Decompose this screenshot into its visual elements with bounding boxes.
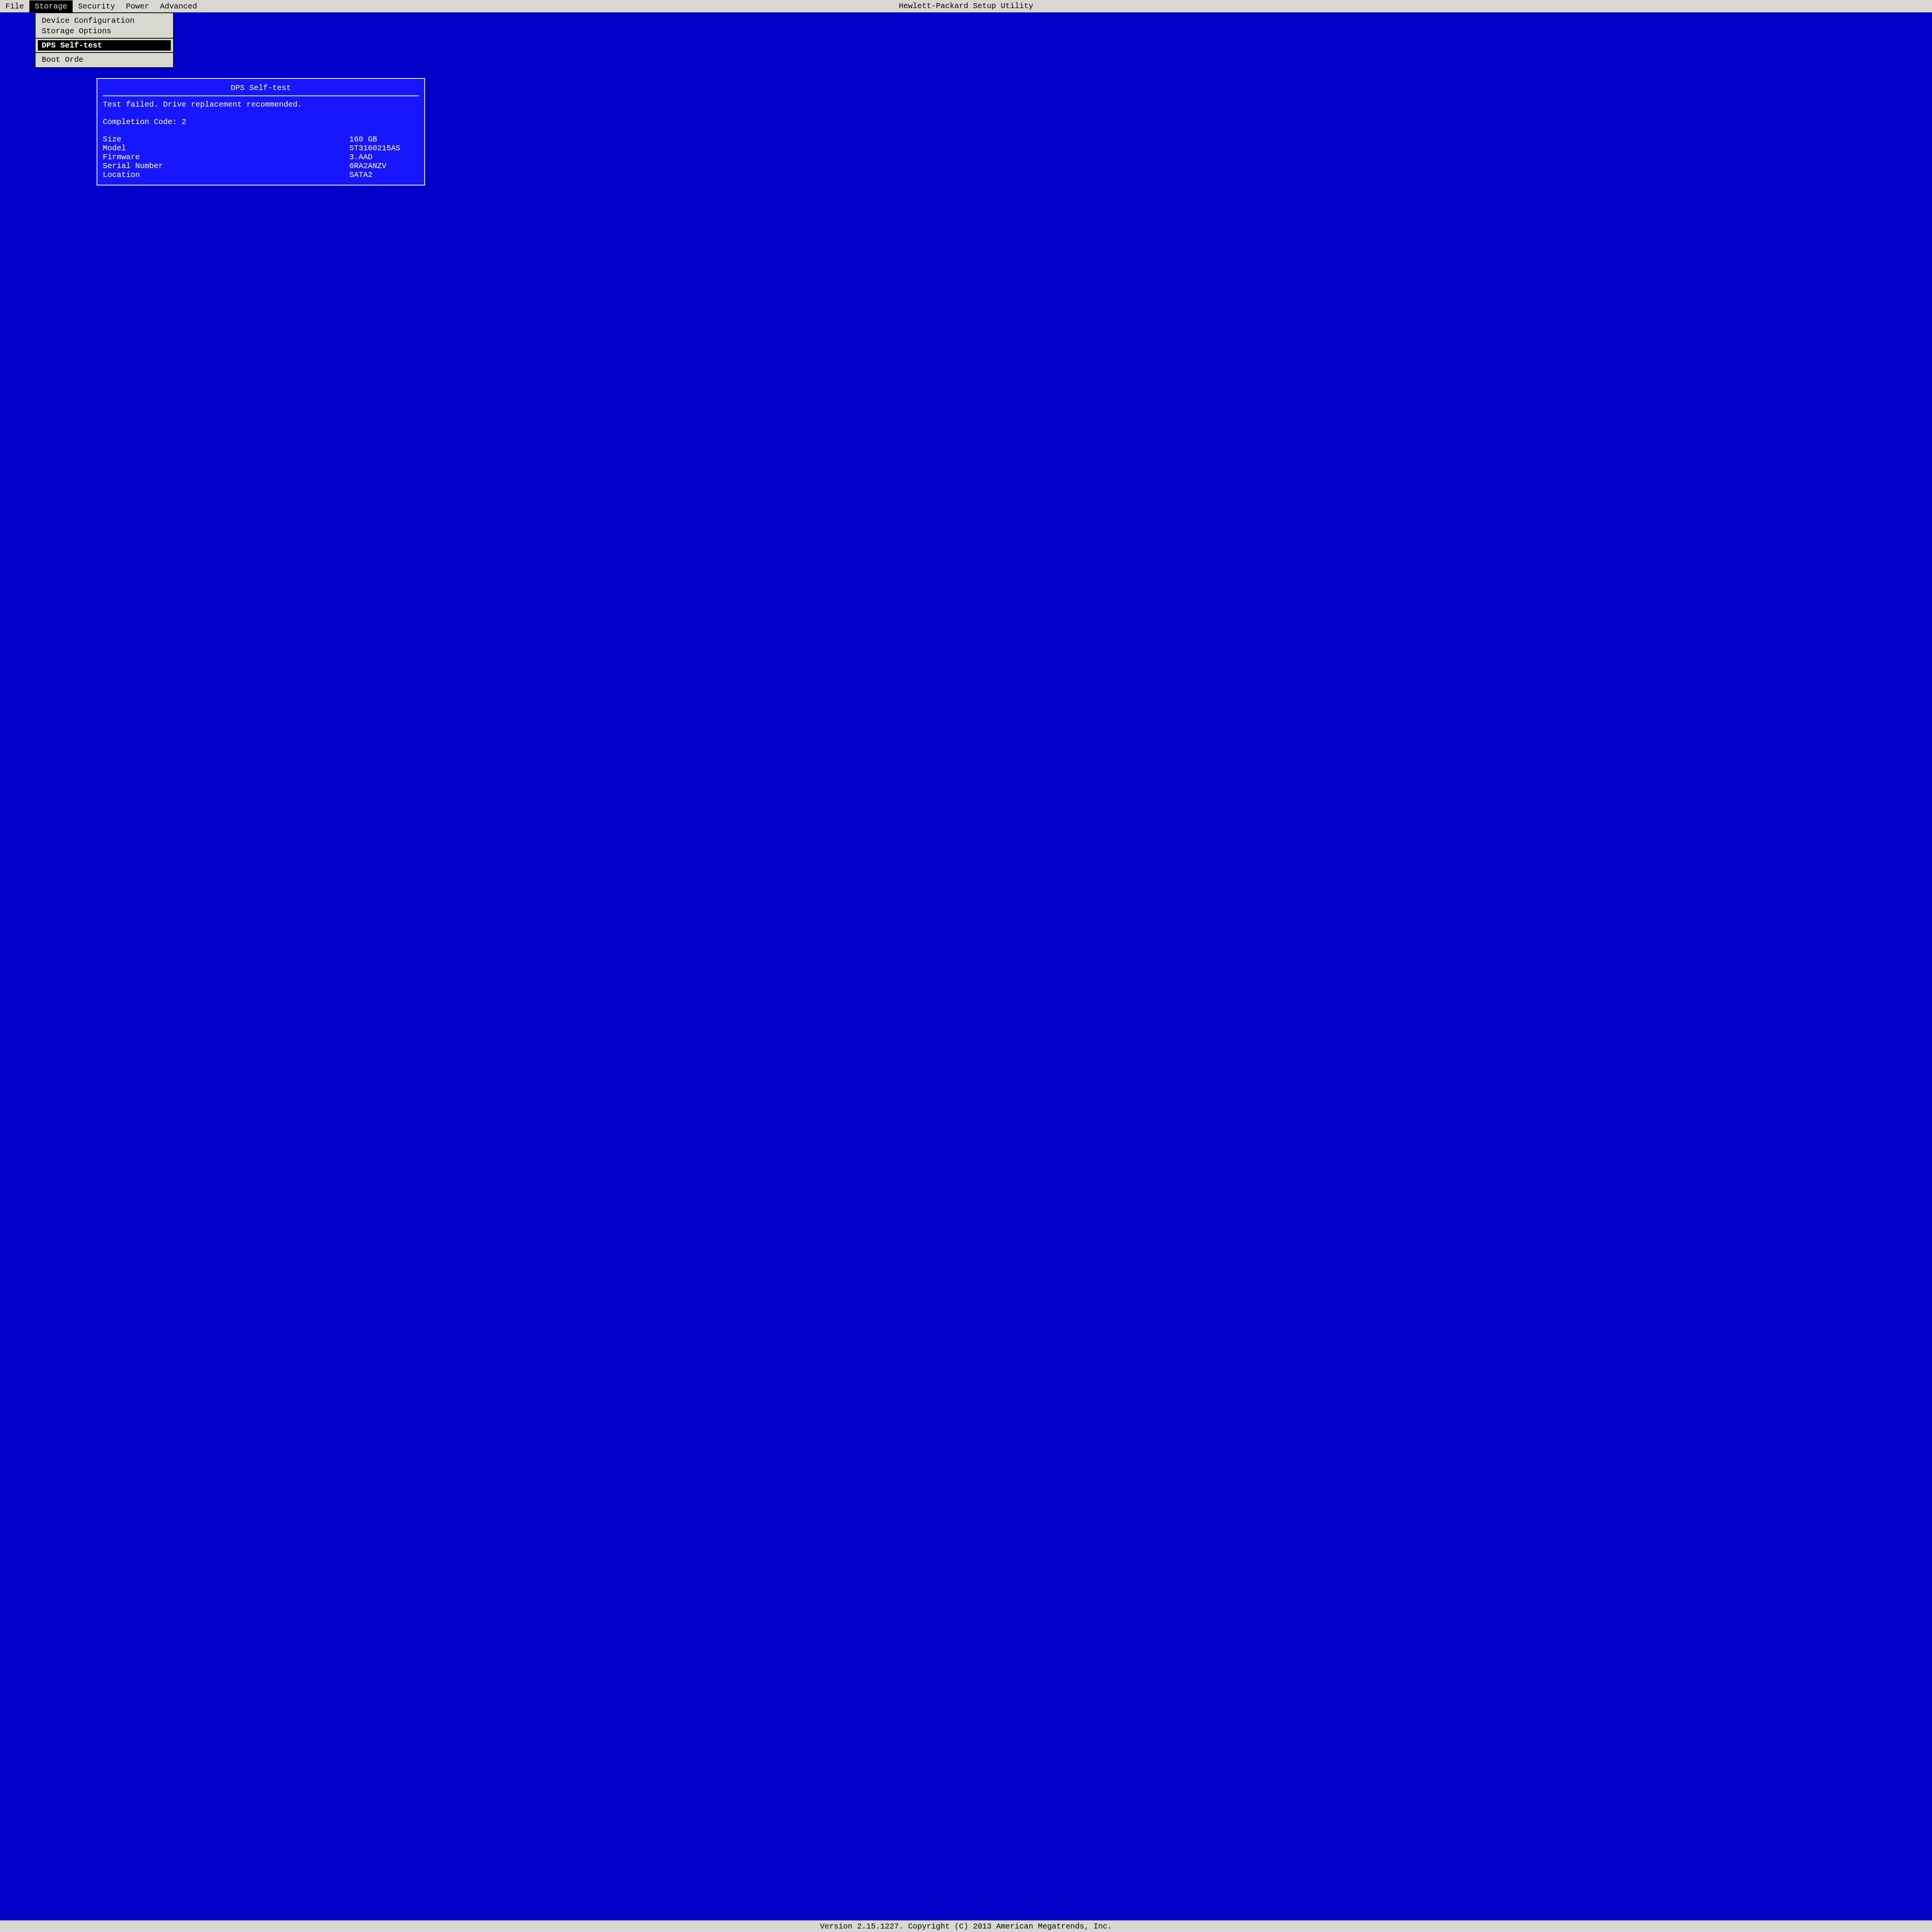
storage-dropdown: Device Configuration Storage Options DPS…: [35, 12, 174, 68]
menu-storage[interactable]: Storage: [29, 0, 73, 12]
status-line: Test failed. Drive replacement recommend…: [103, 100, 419, 109]
info-label: Size: [103, 135, 121, 144]
menu-security[interactable]: Security: [73, 0, 121, 12]
page-title: Hewlett-Packard Setup Utility: [899, 2, 1033, 10]
info-row-model: Model ST3160215AS: [103, 144, 419, 153]
info-label: Serial Number: [103, 162, 163, 170]
dialog-title: DPS Self-test: [103, 83, 419, 95]
info-value: 160 GB: [349, 135, 419, 144]
info-row-location: Location SATA2: [103, 170, 419, 179]
info-row-serial: Serial Number 6RA2ANZV: [103, 162, 419, 170]
menu-power[interactable]: Power: [121, 0, 155, 12]
dropdown-device-configuration[interactable]: Device Configuration: [39, 15, 170, 26]
info-label: Location: [103, 170, 140, 179]
info-value: ST3160215AS: [349, 144, 419, 153]
dropdown-dps-self-test[interactable]: DPS Self-test: [38, 40, 171, 51]
info-value: 3.AAD: [349, 153, 419, 162]
bios-screen: File Storage Security Power Advanced Hew…: [0, 0, 1932, 1932]
menu-file[interactable]: File: [0, 0, 29, 12]
dps-self-test-dialog: DPS Self-test Test failed. Drive replace…: [97, 78, 425, 185]
dropdown-divider: [36, 52, 173, 53]
main-area: Device Configuration Storage Options DPS…: [0, 12, 1932, 1920]
dialog-divider: [103, 95, 419, 96]
info-label: Model: [103, 144, 126, 153]
dialog-body: Test failed. Drive replacement recommend…: [103, 100, 419, 181]
footer-copyright: Version 2.15.1227. Copyright (C) 2013 Am…: [0, 1920, 1932, 1932]
menubar: File Storage Security Power Advanced Hew…: [0, 0, 1932, 12]
dropdown-storage-options[interactable]: Storage Options: [39, 26, 170, 36]
menu-advanced[interactable]: Advanced: [155, 0, 202, 12]
info-row-size: Size 160 GB: [103, 135, 419, 144]
info-label: Firmware: [103, 153, 140, 162]
info-value: SATA2: [349, 170, 419, 179]
completion-code-line: Completion Code: 2: [103, 117, 419, 126]
info-row-firmware: Firmware 3.AAD: [103, 153, 419, 162]
info-value: 6RA2ANZV: [349, 162, 419, 170]
dropdown-divider: [36, 38, 173, 39]
dropdown-boot-order[interactable]: Boot Orde: [39, 54, 170, 65]
